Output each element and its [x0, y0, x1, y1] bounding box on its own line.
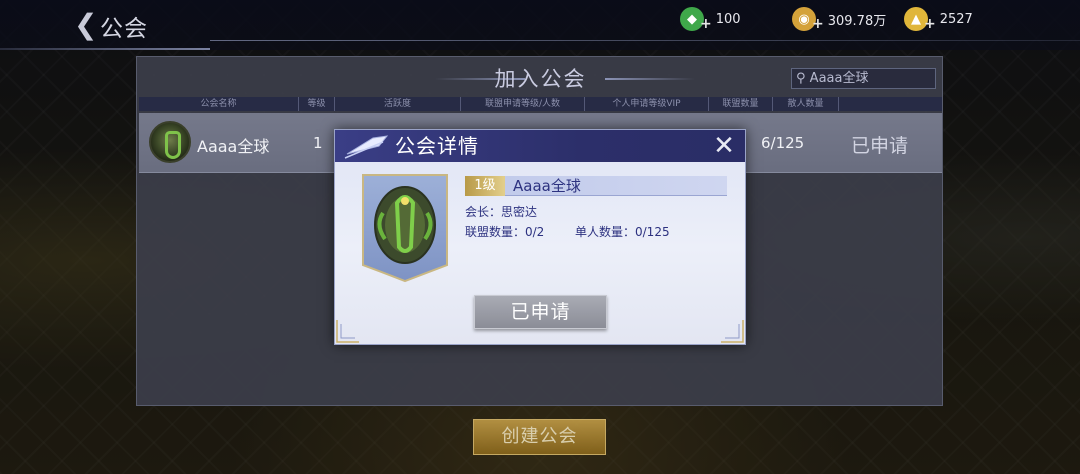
column-header: 联盟申请等级/人数	[461, 97, 585, 111]
currency-coins-value: 309.78万	[827, 13, 887, 29]
guild-detail-dialog: 公会详情 ✕ 1级 Aaaa全球 会长：思密达 联盟数量：0/2 单人数量：0/…	[334, 129, 746, 345]
guild-name: Aaaa全球	[513, 177, 581, 195]
search-input[interactable]: ⚲ Aaaa全球	[791, 68, 936, 89]
guild-level-tag: 1级	[465, 176, 505, 196]
top-bar: ❮ 公会 ◆ + 100 ◉ + 309.78万 ▲ + 2527	[0, 0, 1080, 50]
row-guild-level: 1	[313, 134, 323, 152]
currency-gems-value: 100	[715, 11, 741, 27]
row-guild-members: 6/125	[761, 134, 805, 152]
column-header: 公会名称	[139, 97, 299, 111]
plus-icon: +	[812, 16, 824, 32]
search-icon: ⚲	[796, 71, 806, 86]
column-header: 活跃度	[335, 97, 461, 111]
plus-icon: +	[700, 16, 712, 32]
top-bar-divider-right	[210, 40, 1080, 41]
page-title: 公会	[100, 16, 148, 42]
dialog-title: 公会详情	[395, 134, 479, 158]
alliance-count: 联盟数量：0/2	[465, 225, 545, 239]
row-apply-status: 已申请	[851, 135, 909, 157]
column-headers: 公会名称 等级 活跃度 联盟申请等级/人数 个人申请等级VIP 联盟数量 散人数…	[139, 97, 942, 111]
currency-ingots[interactable]: ▲ + 2527	[904, 6, 973, 32]
corner-ornament-icon	[721, 320, 744, 343]
back-button[interactable]: ❮	[74, 10, 100, 40]
column-header: 等级	[299, 97, 335, 111]
applied-button[interactable]: 已申请	[474, 295, 607, 329]
chevron-left-icon: ❮	[74, 8, 98, 41]
currency-ingots-value: 2527	[939, 11, 973, 27]
create-guild-button[interactable]: 创建公会	[473, 419, 606, 455]
currency-gems[interactable]: ◆ + 100	[680, 6, 741, 32]
corner-ornament-icon	[336, 320, 359, 343]
guild-leader: 会长：思密达	[465, 205, 538, 219]
dialog-header: 公会详情 ✕	[335, 130, 745, 162]
top-bar-divider	[0, 48, 210, 50]
individual-count: 单人数量：0/125	[575, 225, 670, 239]
column-header: 联盟数量	[709, 97, 773, 111]
column-header: 散人数量	[773, 97, 839, 111]
guild-name-bar: Aaaa全球	[505, 176, 727, 196]
plus-icon: +	[924, 16, 936, 32]
search-text: Aaaa全球	[809, 71, 869, 86]
guild-emblem-icon	[149, 121, 191, 163]
close-icon[interactable]: ✕	[711, 133, 737, 159]
currency-coins[interactable]: ◉ + 309.78万	[792, 6, 886, 32]
row-guild-name: Aaaa全球	[197, 137, 270, 156]
guild-banner-icon	[362, 174, 448, 283]
column-header: 个人申请等级VIP	[585, 97, 709, 111]
quill-icon	[344, 135, 389, 159]
